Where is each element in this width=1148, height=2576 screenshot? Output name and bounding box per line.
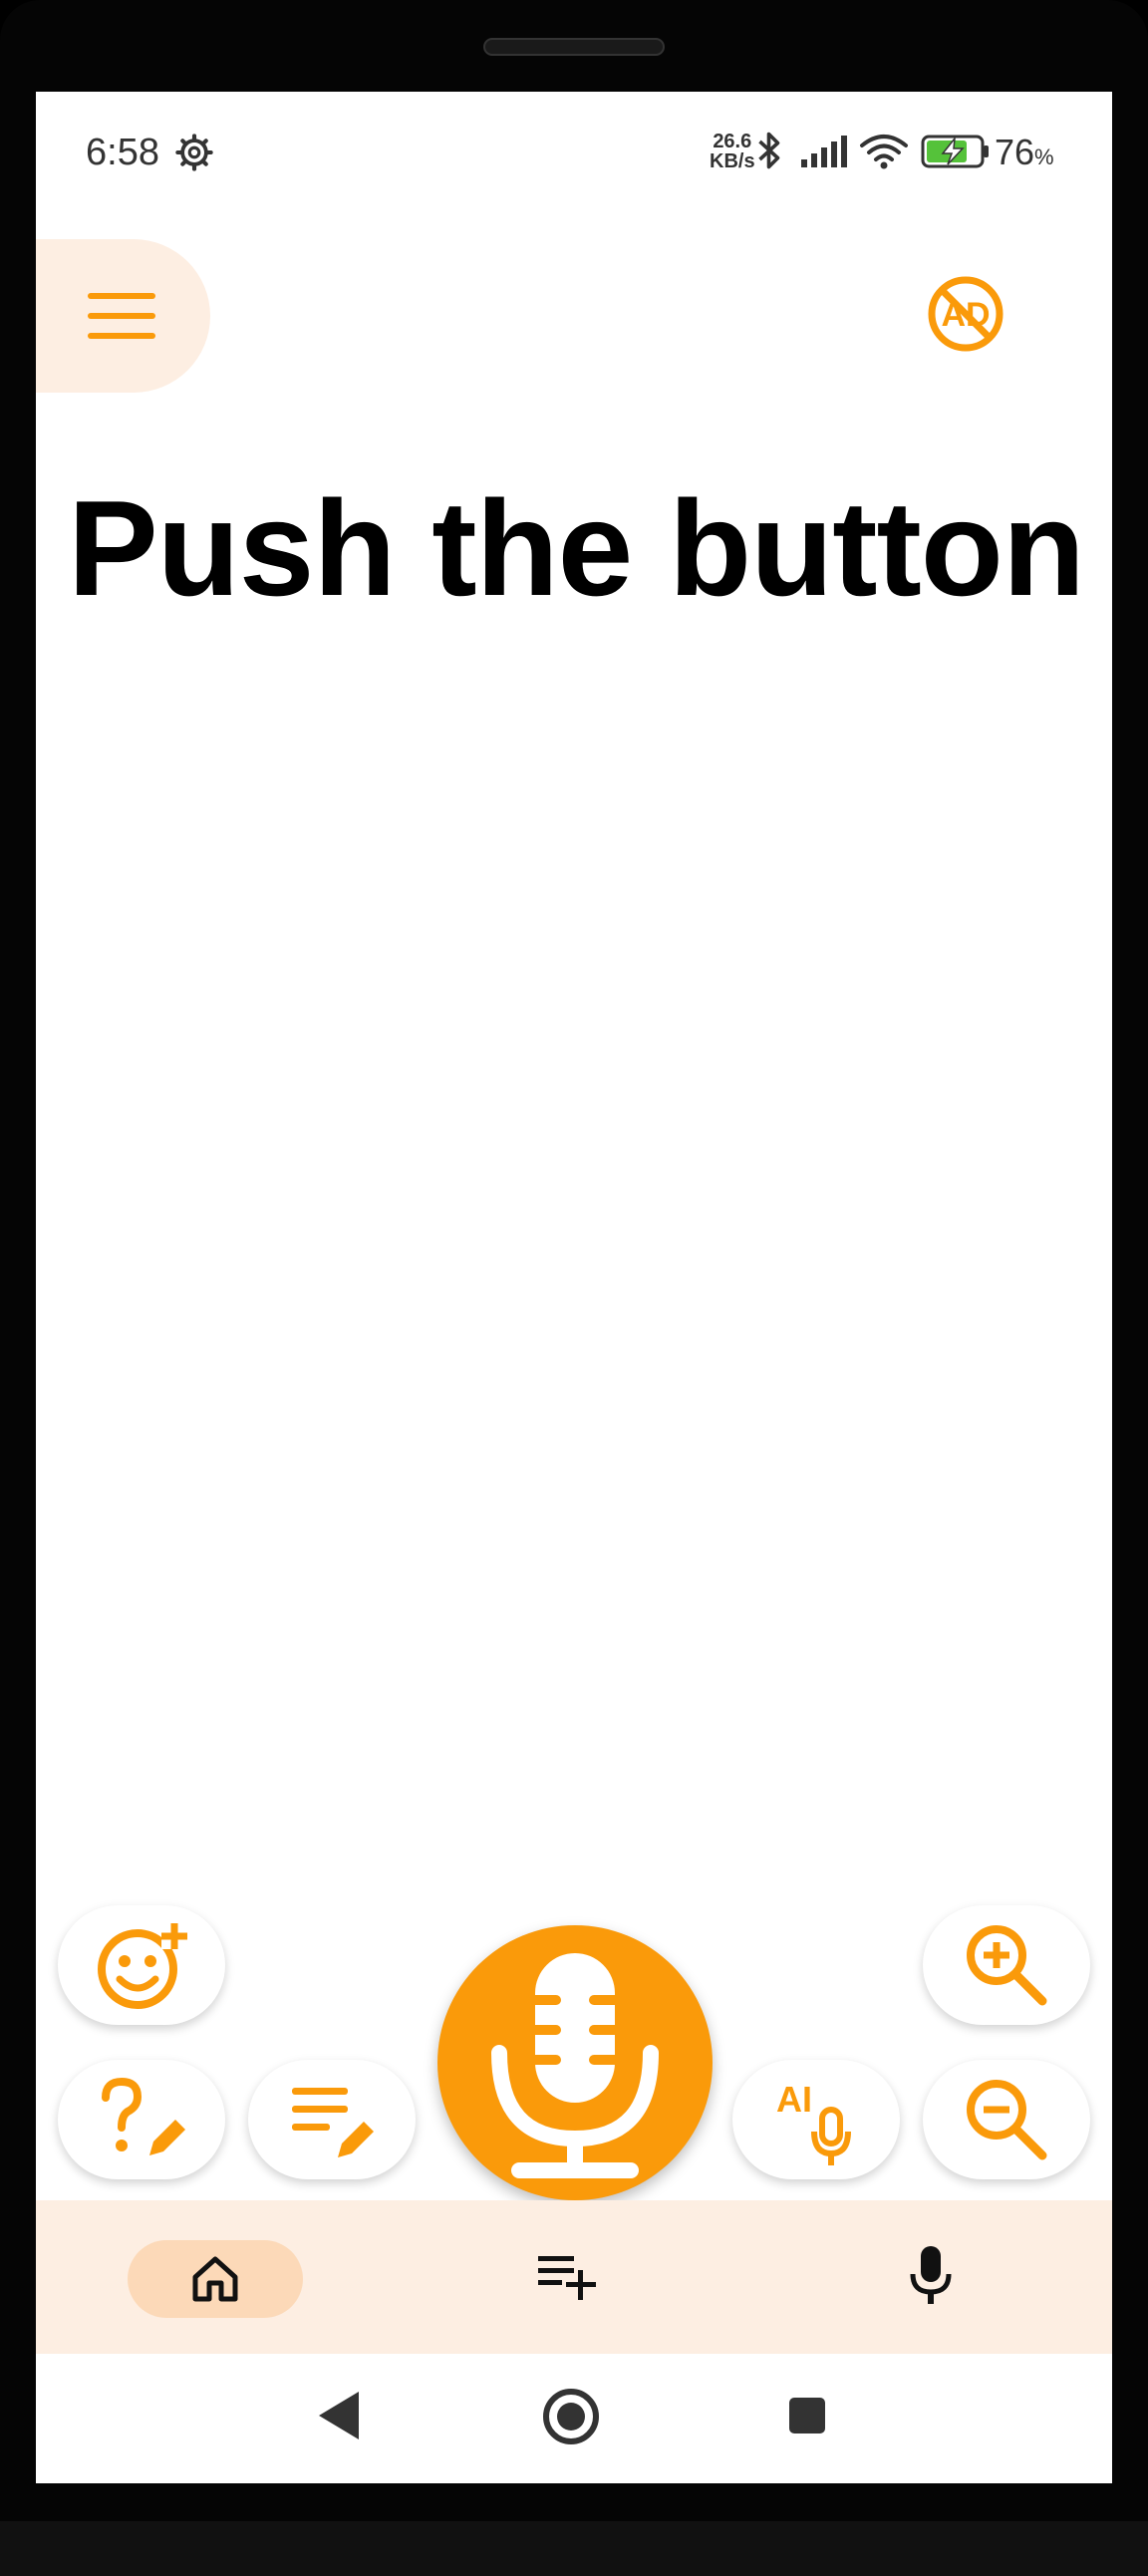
cell-signal-icon — [801, 136, 847, 167]
recent-apps-icon[interactable] — [787, 2396, 827, 2435]
playlist-add-icon[interactable] — [538, 2252, 596, 2302]
zoom-out-icon — [967, 2080, 1047, 2160]
device-frame: 6:58 26.6 KB/s 76% Push the button AI — [0, 0, 1148, 2576]
edit-question-icon — [102, 2077, 185, 2155]
battery-unit: % — [1034, 144, 1054, 169]
zoom-in-icon — [967, 1925, 1047, 2006]
edit-list-button[interactable] — [248, 2060, 416, 2179]
network-speed-value: 26.6 — [713, 131, 752, 152]
ai-mic-button[interactable]: AI — [732, 2060, 900, 2179]
status-time: 6:58 — [86, 132, 159, 173]
nav-home[interactable] — [128, 2240, 303, 2318]
bottom-navigation — [36, 2200, 1112, 2354]
edit-list-icon — [292, 2088, 374, 2157]
screen: 6:58 26.6 KB/s 76% Push the button AI — [36, 92, 1112, 2483]
hamburger-menu-icon — [88, 293, 155, 339]
record-button[interactable] — [437, 1925, 713, 2200]
wifi-icon — [860, 135, 908, 169]
battery-level: 76 — [995, 132, 1035, 172]
battery-percentage: 76% — [995, 132, 1054, 173]
mic-icon[interactable] — [909, 2244, 953, 2306]
status-bar: 6:58 26.6 KB/s 76% — [36, 92, 1112, 216]
home-icon — [192, 2256, 238, 2302]
network-speed: 26.6 KB/s — [710, 132, 755, 171]
home-circle-icon[interactable] — [542, 2388, 600, 2445]
edit-question-button[interactable] — [58, 2060, 225, 2179]
battery-charging-icon — [921, 135, 989, 168]
gear-icon — [175, 134, 213, 171]
bluetooth-icon — [758, 132, 780, 169]
page-title: Push the button — [68, 472, 1085, 624]
microphone-icon — [491, 1953, 659, 2178]
zoom-in-button[interactable] — [923, 1905, 1090, 2025]
ai-label: AI — [776, 2079, 812, 2120]
device-bottom-bezel — [0, 2521, 1148, 2576]
back-icon[interactable] — [315, 2390, 361, 2441]
ai-microphone-icon: AI — [776, 2079, 851, 2165]
network-speed-unit: KB/s — [710, 150, 755, 172]
add-emoji-button[interactable] — [58, 1905, 225, 2025]
system-navigation — [36, 2354, 1112, 2483]
menu-button[interactable] — [36, 239, 210, 393]
add-emoji-icon — [98, 1923, 187, 2009]
zoom-out-button[interactable] — [923, 2060, 1090, 2179]
earpiece-speaker — [483, 38, 665, 56]
no-ads-icon[interactable]: AD — [926, 274, 1005, 354]
